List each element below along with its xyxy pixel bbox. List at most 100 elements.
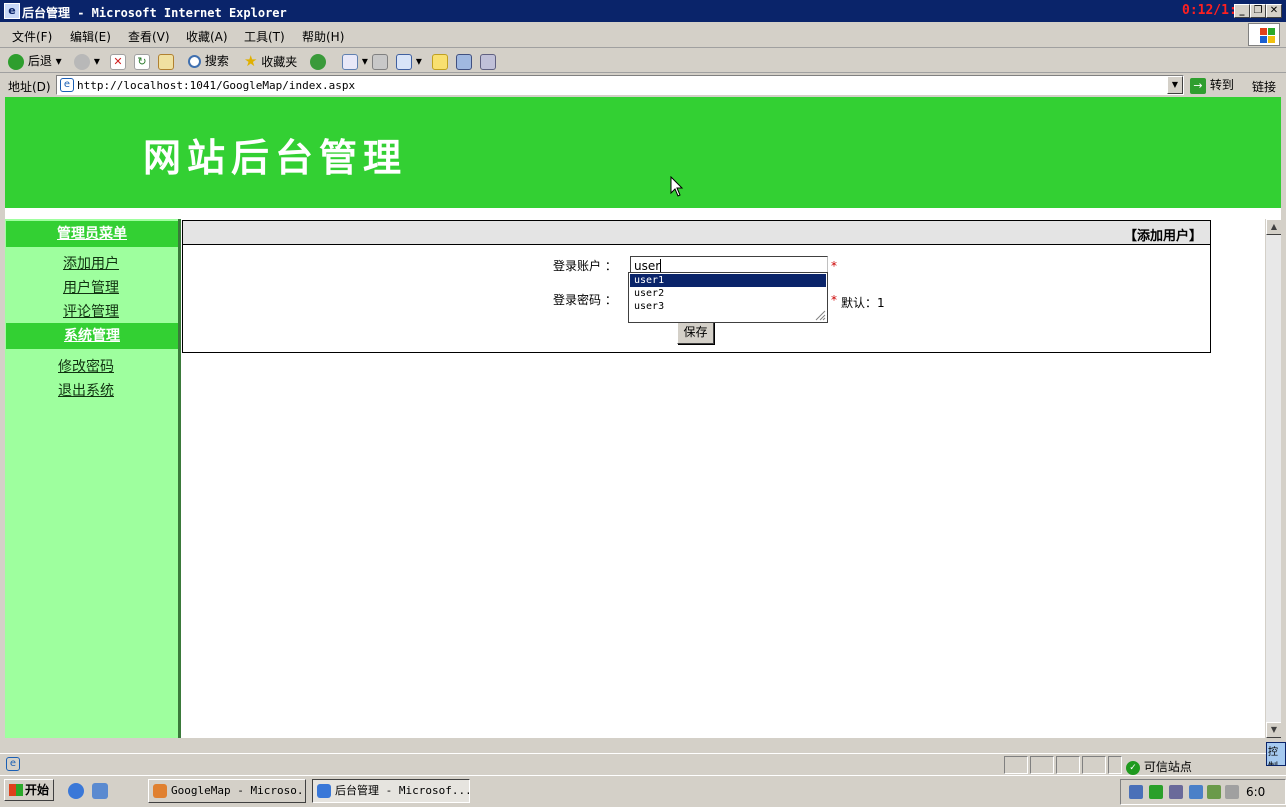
menu-tools[interactable]: 工具(T) <box>244 28 285 45</box>
taskbar-item-label: GoogleMap - Microso... <box>171 784 306 797</box>
favorites-label: 收藏夹 <box>261 55 298 69</box>
menu-view[interactable]: 查看(V) <box>128 28 170 45</box>
account-required-mark: * <box>831 259 837 273</box>
tray-monitor-icon[interactable] <box>1189 785 1203 799</box>
stop-icon: ✕ <box>110 53 126 70</box>
toolbar: 后退 ▾ ▾ ✕ ↻ 搜索 ★ 收藏夹 ▾ ▾ <box>0 48 1286 73</box>
quicklaunch-desktop-icon[interactable] <box>92 783 108 799</box>
sidebar-item-comment-management[interactable]: 评论管理 <box>5 301 177 321</box>
favorites-button[interactable]: ★ 收藏夹 <box>244 52 297 70</box>
stop-button[interactable]: ✕ <box>110 52 126 70</box>
taskbar: 开始 GoogleMap - Microso... 后台管理 - Microso… <box>0 775 1286 807</box>
start-label: 开始 <box>25 783 50 797</box>
back-arrow-icon <box>8 53 24 70</box>
tray-volume-icon[interactable] <box>1225 785 1239 799</box>
admin-sidebar: 管理员菜单 添加用户 用户管理 评论管理 系统管理 修改密码 退出系统 <box>5 219 181 738</box>
go-button[interactable]: → 转到 <box>1190 76 1234 94</box>
scroll-down-icon[interactable]: ▼ <box>1266 722 1281 738</box>
account-value: user <box>634 259 661 273</box>
minimize-button[interactable]: _ <box>1234 4 1250 18</box>
research-button[interactable] <box>480 52 496 70</box>
status-cell <box>1030 756 1054 774</box>
back-button[interactable]: 后退 ▾ <box>8 52 62 70</box>
edit-icon <box>396 53 412 70</box>
menu-edit[interactable]: 编辑(E) <box>70 28 111 45</box>
save-button[interactable]: 保存 <box>677 322 714 344</box>
research-icon <box>480 53 496 70</box>
password-label: 登录密码 ： <box>553 293 617 307</box>
tray-app-icon[interactable] <box>1149 785 1163 799</box>
resize-grip-icon[interactable] <box>814 309 826 321</box>
print-button[interactable] <box>372 52 388 70</box>
close-button[interactable]: ✕ <box>1266 4 1282 18</box>
history-button[interactable] <box>310 52 326 70</box>
search-button[interactable]: 搜索 <box>188 52 229 70</box>
address-dropdown-icon[interactable]: ▼ <box>1167 76 1183 94</box>
refresh-icon: ↻ <box>134 53 150 70</box>
menu-help[interactable]: 帮助(H) <box>302 28 344 45</box>
menu-file[interactable]: 文件(F) <box>12 28 52 45</box>
autocomplete-dropdown: user1 user2 user3 <box>628 272 828 323</box>
scroll-up-icon[interactable]: ▲ <box>1266 219 1281 235</box>
links-button[interactable]: 链接 <box>1252 78 1276 95</box>
taskbar-item-admin[interactable]: 后台管理 - Microsof... <box>312 779 470 803</box>
quicklaunch-ie-icon[interactable] <box>68 783 84 799</box>
address-input[interactable]: e http://localhost:1041/GoogleMap/index.… <box>56 75 1184 95</box>
autocomplete-option[interactable]: user3 <box>630 300 826 313</box>
address-label: 地址(D) <box>8 80 51 94</box>
edit-button[interactable]: ▾ <box>396 52 422 70</box>
sidebar-section-admin-menu[interactable]: 管理员菜单 <box>6 221 178 247</box>
ie-icon <box>317 784 331 798</box>
menu-favorites[interactable]: 收藏(A) <box>186 28 228 45</box>
tray-tool-icon[interactable] <box>1207 785 1221 799</box>
forward-arrow-icon <box>74 53 90 70</box>
panel-title: 【添加用户】 <box>1123 229 1202 244</box>
address-bar: 地址(D) e http://localhost:1041/GoogleMap/… <box>0 73 1286 97</box>
taskbar-item-label: 后台管理 - Microsof... <box>335 784 470 797</box>
sidebar-item-logout[interactable]: 退出系统 <box>5 380 167 400</box>
go-arrow-icon: → <box>1190 77 1206 94</box>
back-label: 后退 <box>27 54 52 68</box>
discuss-button[interactable] <box>432 52 448 70</box>
search-label: 搜索 <box>204 54 229 68</box>
tray-display-icon[interactable] <box>1169 785 1183 799</box>
page-icon: e <box>60 78 74 92</box>
windows-logo-icon <box>1248 23 1280 46</box>
messenger-button[interactable] <box>456 52 472 70</box>
sidebar-item-add-user[interactable]: 添加用户 <box>5 253 177 273</box>
background-window-edge[interactable]: 控制 <box>1266 742 1286 766</box>
clock: 6:0 <box>1246 785 1266 799</box>
security-zone: ✓ 可信站点 <box>1126 758 1192 775</box>
password-required-mark: * <box>831 293 837 307</box>
window-title: 后台管理 - Microsoft Internet Explorer <box>22 6 287 20</box>
start-button[interactable]: 开始 <box>4 779 54 801</box>
add-user-panel: 【添加用户】 登录账户 ： user * 登录密码 ： * 默认：1 保存 us… <box>182 220 1211 353</box>
forward-button[interactable]: ▾ <box>74 52 100 70</box>
mail-button[interactable]: ▾ <box>342 52 368 70</box>
sidebar-section-system[interactable]: 系统管理 <box>6 323 178 349</box>
taskbar-item-googlemap[interactable]: GoogleMap - Microso... <box>148 779 306 803</box>
system-tray: 6:0 <box>1120 779 1286 805</box>
status-cell <box>1082 756 1106 774</box>
search-icon <box>188 55 201 68</box>
sidebar-item-user-management[interactable]: 用户管理 <box>5 277 177 297</box>
windows-flag-icon <box>9 784 23 796</box>
status-bar: e ✓ 可信站点 <box>0 753 1286 775</box>
home-button[interactable] <box>158 52 174 70</box>
mail-icon <box>342 53 358 70</box>
star-icon: ★ <box>244 52 258 70</box>
autocomplete-option[interactable]: user2 <box>630 287 826 300</box>
restore-button[interactable]: ❐ <box>1250 4 1266 18</box>
security-zone-label: 可信站点 <box>1143 760 1192 774</box>
sidebar-item-change-password[interactable]: 修改密码 <box>5 356 167 376</box>
refresh-button[interactable]: ↻ <box>134 52 150 70</box>
site-banner: 网站后台管理 <box>5 97 1281 208</box>
autocomplete-option[interactable]: user1 <box>630 274 826 287</box>
trusted-check-icon: ✓ <box>1126 760 1140 775</box>
status-cell <box>1108 756 1122 774</box>
vertical-scrollbar[interactable]: ▲ ▼ <box>1265 219 1281 738</box>
status-cell <box>1056 756 1080 774</box>
print-icon <box>372 53 388 70</box>
text-caret <box>660 259 662 272</box>
tray-network-icon[interactable] <box>1129 785 1143 799</box>
